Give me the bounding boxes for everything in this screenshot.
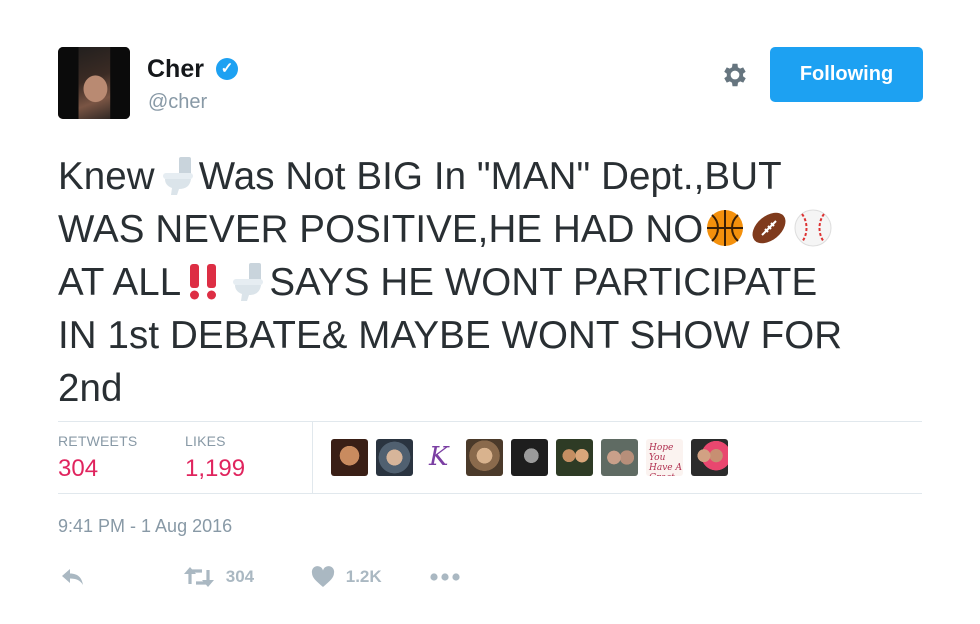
likes-label: LIKES — [185, 433, 226, 449]
display-name[interactable]: Cher — [147, 55, 204, 84]
divider — [58, 421, 922, 422]
timestamp[interactable]: 9:41 PM - 1 Aug 2016 — [58, 516, 232, 537]
retweet-count: 304 — [225, 567, 255, 586]
tweet-text-segment: SAYS HE WONT PARTICIPATE — [269, 261, 818, 304]
retweet-button[interactable]: 304 — [183, 566, 254, 592]
tweet-line: AT ALL SAYS HE WONT PARTICIPATE — [58, 256, 938, 309]
gear-icon[interactable] — [720, 60, 750, 90]
retweets-count[interactable]: 304 — [58, 455, 98, 483]
user-handle[interactable]: @cher — [148, 91, 207, 114]
more-dots-icon — [430, 573, 460, 581]
like-count: 1.2K — [345, 567, 382, 586]
tweet-line: 2nd — [58, 362, 938, 415]
liker-avatar[interactable] — [376, 439, 413, 476]
tweet-text-segment: AT ALL — [58, 261, 182, 304]
liker-avatar[interactable] — [556, 439, 593, 476]
double-exclamation-emoji-icon — [183, 261, 223, 301]
tweet-text-segment: 2nd — [58, 367, 123, 410]
tweet-text-segment: WAS NEVER POSITIVE,HE HAD NO — [58, 208, 704, 251]
tweet-line: WAS NEVER POSITIVE,HE HAD NO — [58, 203, 938, 256]
toilet-emoji-icon — [227, 261, 267, 301]
liker-avatar[interactable] — [601, 439, 638, 476]
tweet-text-segment: Was Not BIG In "MAN" Dept.,BUT — [198, 155, 782, 198]
retweets-label: RETWEETS — [58, 433, 138, 449]
avatar[interactable] — [58, 47, 130, 119]
liker-avatar[interactable]: Hope YouHave AGreat Day — [646, 439, 683, 476]
liker-avatar[interactable] — [331, 439, 368, 476]
liker-avatar[interactable] — [466, 439, 503, 476]
toilet-emoji-icon — [157, 155, 197, 195]
basketball-emoji-icon — [705, 208, 745, 248]
reply-button[interactable] — [60, 566, 86, 592]
reply-icon — [62, 569, 83, 585]
tweet-text-segment: Knew — [58, 155, 155, 198]
divider — [58, 493, 922, 494]
tweet-text: Knew Was Not BIG In "MAN" Dept.,BUT WAS NE… — [58, 150, 938, 415]
likes-count[interactable]: 1,199 — [185, 455, 245, 483]
baseball-emoji-icon — [793, 208, 833, 248]
tweet-line: IN 1st DEBATE& MAYBE WONT SHOW FOR — [58, 309, 938, 362]
heart-icon — [311, 566, 335, 587]
verified-badge-icon: ✓ — [216, 58, 238, 80]
stats-divider — [312, 421, 313, 493]
like-button[interactable]: 1.2K — [311, 566, 382, 592]
tweet-line: Knew Was Not BIG In "MAN" Dept.,BUT — [58, 150, 938, 203]
liker-avatar[interactable] — [511, 439, 548, 476]
liker-avatar[interactable] — [691, 439, 728, 476]
following-button[interactable]: Following — [770, 47, 923, 102]
more-button[interactable] — [429, 566, 461, 592]
retweet-icon — [184, 567, 214, 587]
tweet-text-segment: IN 1st DEBATE& MAYBE WONT SHOW FOR — [58, 314, 843, 357]
football-emoji-icon — [749, 208, 789, 248]
liker-avatar[interactable]: K — [421, 439, 458, 476]
